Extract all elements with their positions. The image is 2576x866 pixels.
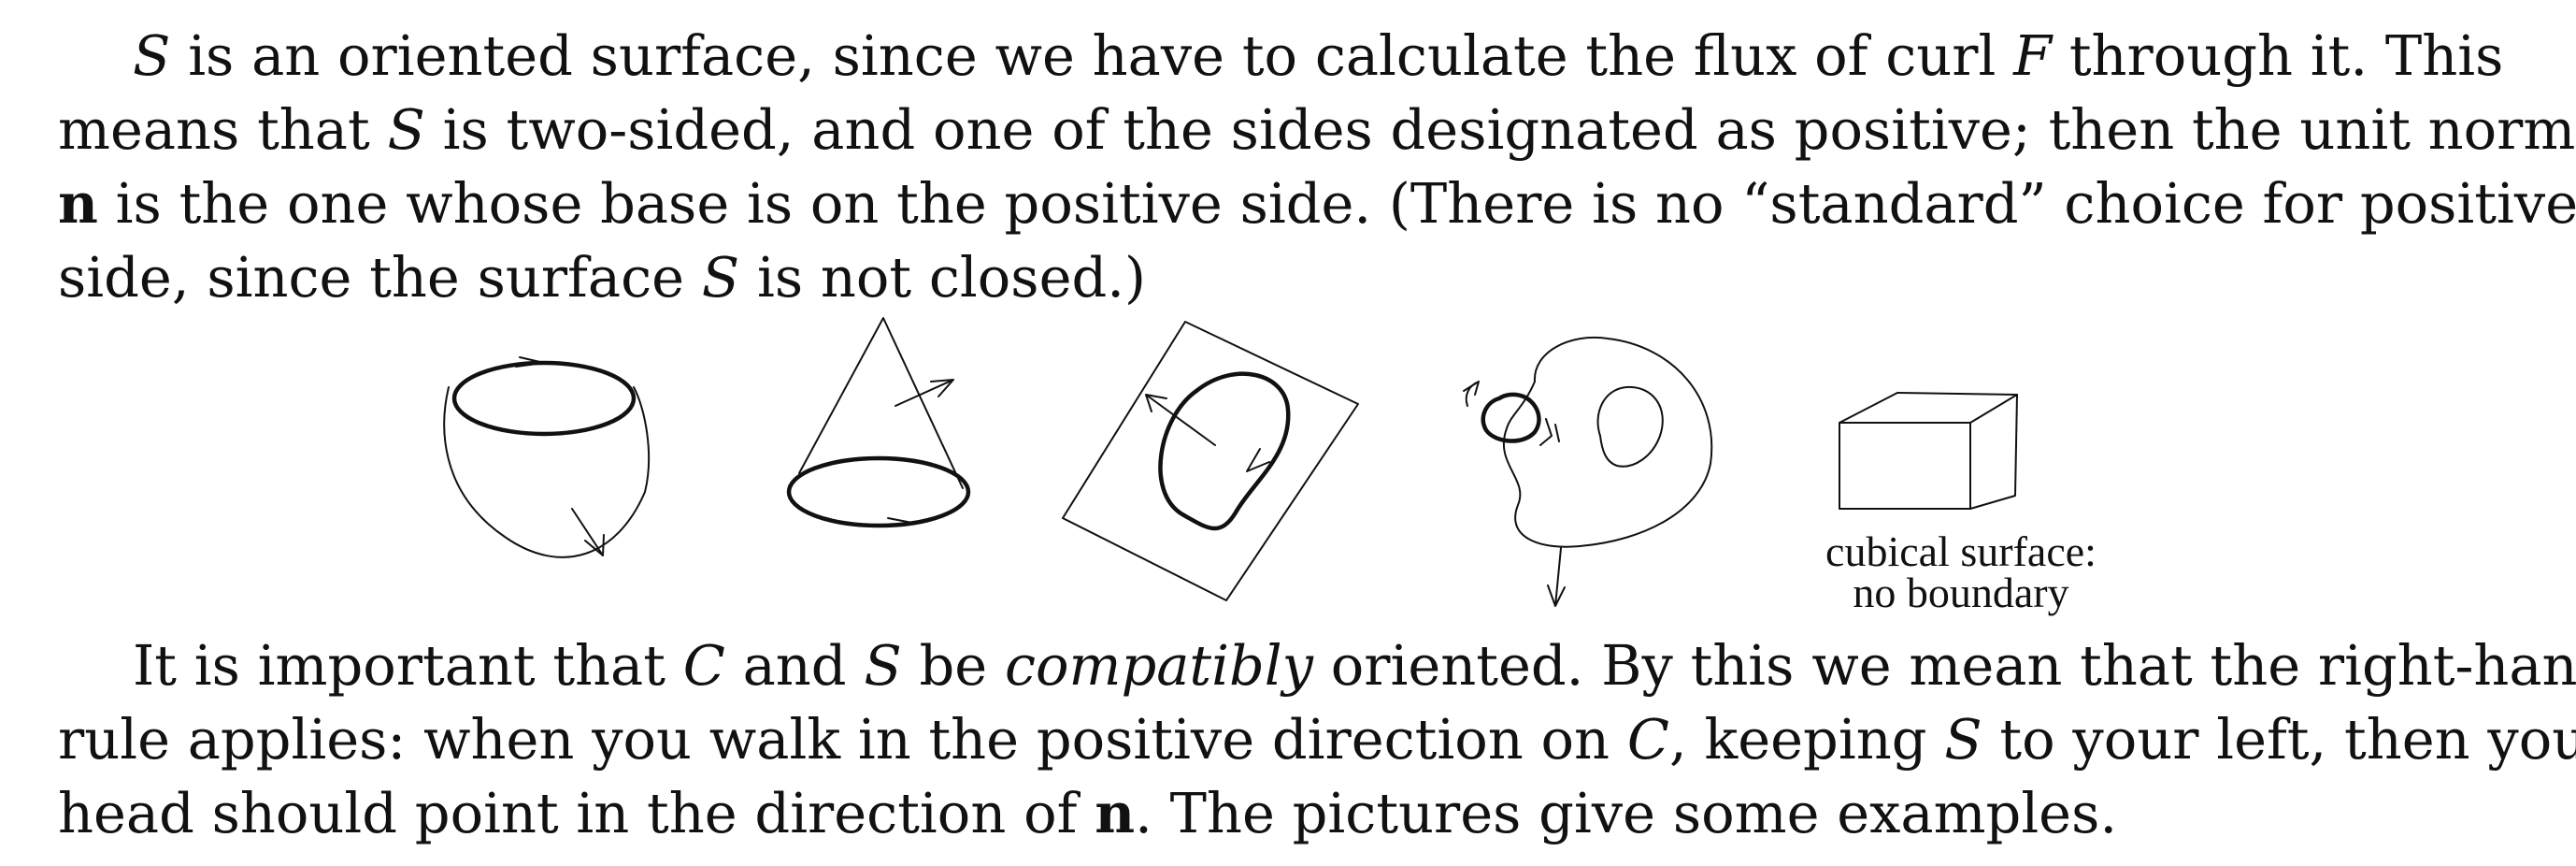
math-var: S	[387, 97, 425, 162]
cube-surface-figure	[1839, 392, 2018, 510]
bowl-surface-figure	[443, 356, 651, 558]
text-run: side, since the surface	[58, 245, 685, 310]
text-run: rule applies: when you walk in the posit…	[58, 707, 1610, 772]
cube-caption-line2: no boundary	[1853, 569, 2069, 616]
math-var: C	[682, 633, 725, 698]
text-run: is not closed.)	[756, 245, 1147, 310]
text-run: through it. This	[2068, 23, 2504, 88]
text-line: n is the one whose base is on the positi…	[58, 166, 2576, 240]
cube-caption-line1: cubical surface:	[1825, 527, 2097, 575]
text-run: be	[919, 633, 988, 698]
text-run: is an oriented surface, since we have to…	[188, 23, 1996, 88]
paragraph-compatible-orientation: It is important that C and S be compatib…	[58, 628, 2576, 850]
math-var: S	[701, 245, 740, 310]
emphasis: compatibly	[1004, 633, 1313, 698]
math-var: C	[1626, 707, 1669, 772]
figure-drawings	[443, 317, 2018, 607]
text-run: and	[742, 633, 847, 698]
text-run: It is important that	[133, 633, 665, 698]
text-line: side, since the surface S is not closed.…	[58, 240, 2468, 314]
paragraph-oriented-surface: S is an oriented surface, since we have …	[58, 19, 2576, 314]
text-run: is the one whose base is on the positive…	[115, 171, 2576, 236]
math-bold-var: n	[1095, 781, 1136, 845]
text-run: means that	[58, 97, 370, 162]
text-line: means that S is two-sided, and one of th…	[58, 93, 2576, 166]
math-var: S	[133, 23, 171, 88]
text-line: It is important that C and S be compatib…	[58, 628, 2576, 702]
text-run: . The pictures give some examples.	[1135, 781, 2118, 845]
math-bold-var: n	[58, 171, 98, 236]
text-run: head should point in the direction of	[58, 781, 1078, 845]
text-line: head should point in the direction of n.…	[58, 776, 2468, 850]
text-run: oriented. By this we mean that the right…	[1330, 633, 2576, 698]
figure-row: cubical surface: no boundary	[0, 305, 2576, 623]
text-run: to your left, then your	[1999, 707, 2576, 772]
text-line: rule applies: when you walk in the posit…	[58, 702, 2576, 776]
cone-surface-figure	[786, 317, 971, 528]
math-var: F	[2013, 23, 2053, 88]
math-var: S	[864, 633, 902, 698]
text-run: , keeping	[1668, 707, 1927, 772]
text-line: S is an oriented surface, since we have …	[58, 19, 2503, 93]
text-run: is two-sided, and one of the sides desig…	[442, 97, 2576, 162]
holed-surface-figure	[1463, 336, 1713, 607]
plane-surface-figure	[1062, 321, 1359, 601]
math-var: S	[1944, 707, 1982, 772]
